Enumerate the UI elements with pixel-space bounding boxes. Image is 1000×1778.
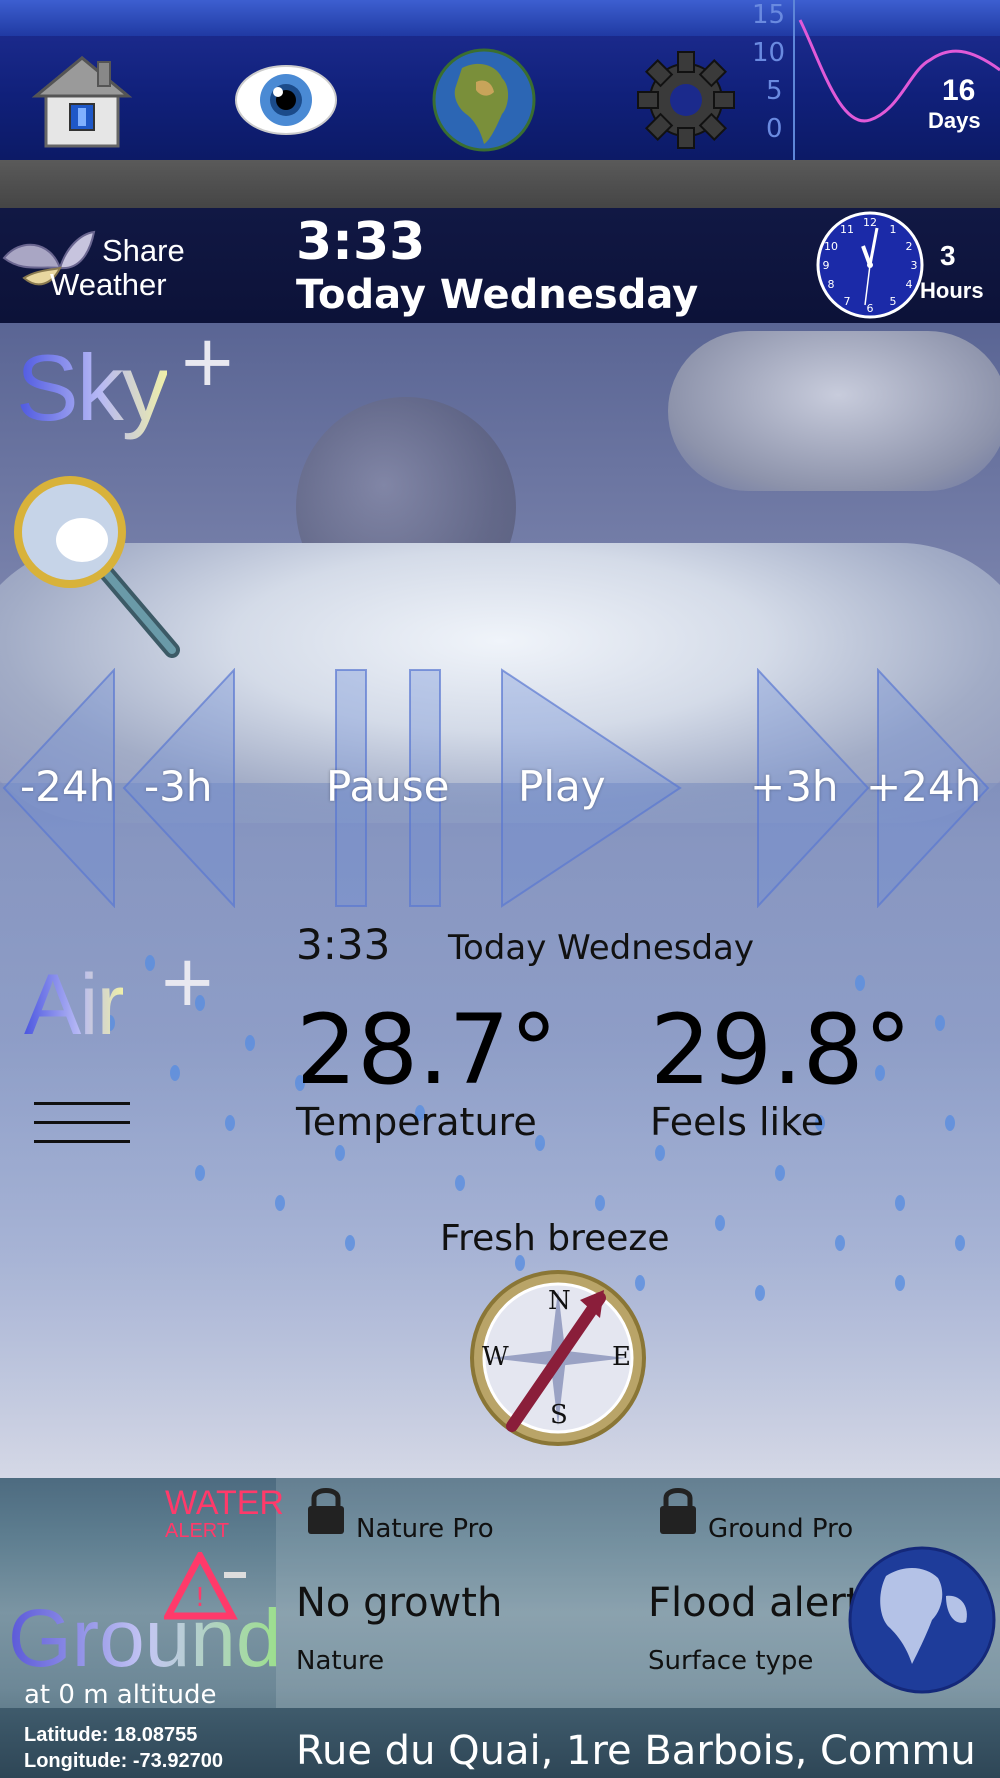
svg-text:7: 7 [844,295,851,308]
clock-icon[interactable]: 12 12 3 45 6 78 9 1011 [815,210,925,320]
air-section-title[interactable]: Air [24,956,125,1055]
home-icon[interactable] [30,48,134,152]
eye-icon[interactable] [234,48,338,152]
lock-icon[interactable] [658,1484,698,1536]
compass-east: E [612,1342,631,1372]
days-forecast-graph[interactable]: 15 10 5 0 16 Days [740,0,1000,160]
hours-label: Hours [920,278,984,303]
current-day: Today Wednesday [296,272,699,318]
temperature-value: 28.7° [296,994,558,1106]
hours-value: 3 [940,240,956,271]
gear-icon[interactable] [634,48,738,152]
globe-icon[interactable] [432,48,536,152]
compass-north: N [548,1286,571,1316]
air-expand-plus[interactable]: + [158,940,217,1022]
play-button[interactable]: Play [518,762,606,811]
svg-text:1: 1 [890,223,897,236]
compass-west: W [482,1342,509,1372]
graph-tick: 15 [752,0,786,30]
wind-compass[interactable]: N E S W [468,1268,648,1448]
air-title: Air [24,957,125,1053]
sky-section-title[interactable]: Sky [16,334,169,442]
ground-section-title[interactable]: Ground [8,1592,282,1686]
svg-text:4: 4 [906,278,913,291]
surface-value: Flood alert [648,1580,862,1626]
air-time: 3:33 [296,920,391,969]
sky-title: Sky [16,335,169,440]
days-value: 16 [942,74,976,107]
feels-like-value: 29.8° [650,994,912,1106]
magnifier-icon[interactable] [12,470,182,660]
graph-tick: 5 [766,76,783,106]
back-24h-button[interactable]: -24h [20,762,115,811]
air-day: Today Wednesday [448,928,754,968]
svg-text:2: 2 [906,240,913,253]
forward-3h-button[interactable]: +3h [750,762,839,811]
svg-text:3: 3 [911,259,918,272]
globe-map-icon[interactable] [846,1536,996,1706]
graph-tick: 10 [752,38,786,68]
divider-bar [0,160,1000,208]
current-time: 3:33 [296,212,426,272]
cloud-image [668,331,1000,491]
feels-like-label: Feels like [650,1100,825,1144]
compass-south: S [550,1400,568,1430]
ground-title: Ground [8,1593,282,1684]
water-alert-title: WATER [165,1484,284,1522]
water-alert-subtitle: ALERT [165,1520,230,1542]
latitude-label: Latitude: 18.08755 [24,1724,198,1746]
nature-label: Nature [296,1646,385,1676]
svg-text:6: 6 [867,302,874,315]
wind-description: Fresh breeze [440,1218,670,1259]
ground-pro-label[interactable]: Ground Pro [708,1514,853,1544]
share-label-line1: Share [102,233,185,268]
altitude-label: at 0 m altitude [24,1680,217,1710]
svg-text:5: 5 [890,295,897,308]
svg-text:9: 9 [823,259,830,272]
forward-24h-button[interactable]: +24h [866,762,981,811]
pause-button[interactable]: Pause [326,762,450,811]
surface-type-label: Surface type [648,1646,814,1676]
days-label: Days [928,108,981,133]
address-text: Rue du Quai, 1re Barbois, Commu [296,1728,976,1774]
graph-tick: 0 [766,114,783,144]
svg-text:8: 8 [828,278,835,291]
svg-text:10: 10 [824,240,838,253]
menu-icon[interactable] [34,1102,130,1154]
sky-expand-plus[interactable]: + [178,320,237,402]
temperature-label: Temperature [296,1100,537,1144]
longitude-label: Longitude: -73.92700 [24,1750,223,1772]
svg-text:11: 11 [840,223,854,236]
nature-value: No growth [296,1580,503,1626]
share-label-line2: Weather [50,267,167,302]
nature-pro-label[interactable]: Nature Pro [356,1514,494,1544]
svg-text:12: 12 [863,216,877,229]
lock-icon[interactable] [306,1484,346,1536]
back-3h-button[interactable]: -3h [144,762,213,811]
